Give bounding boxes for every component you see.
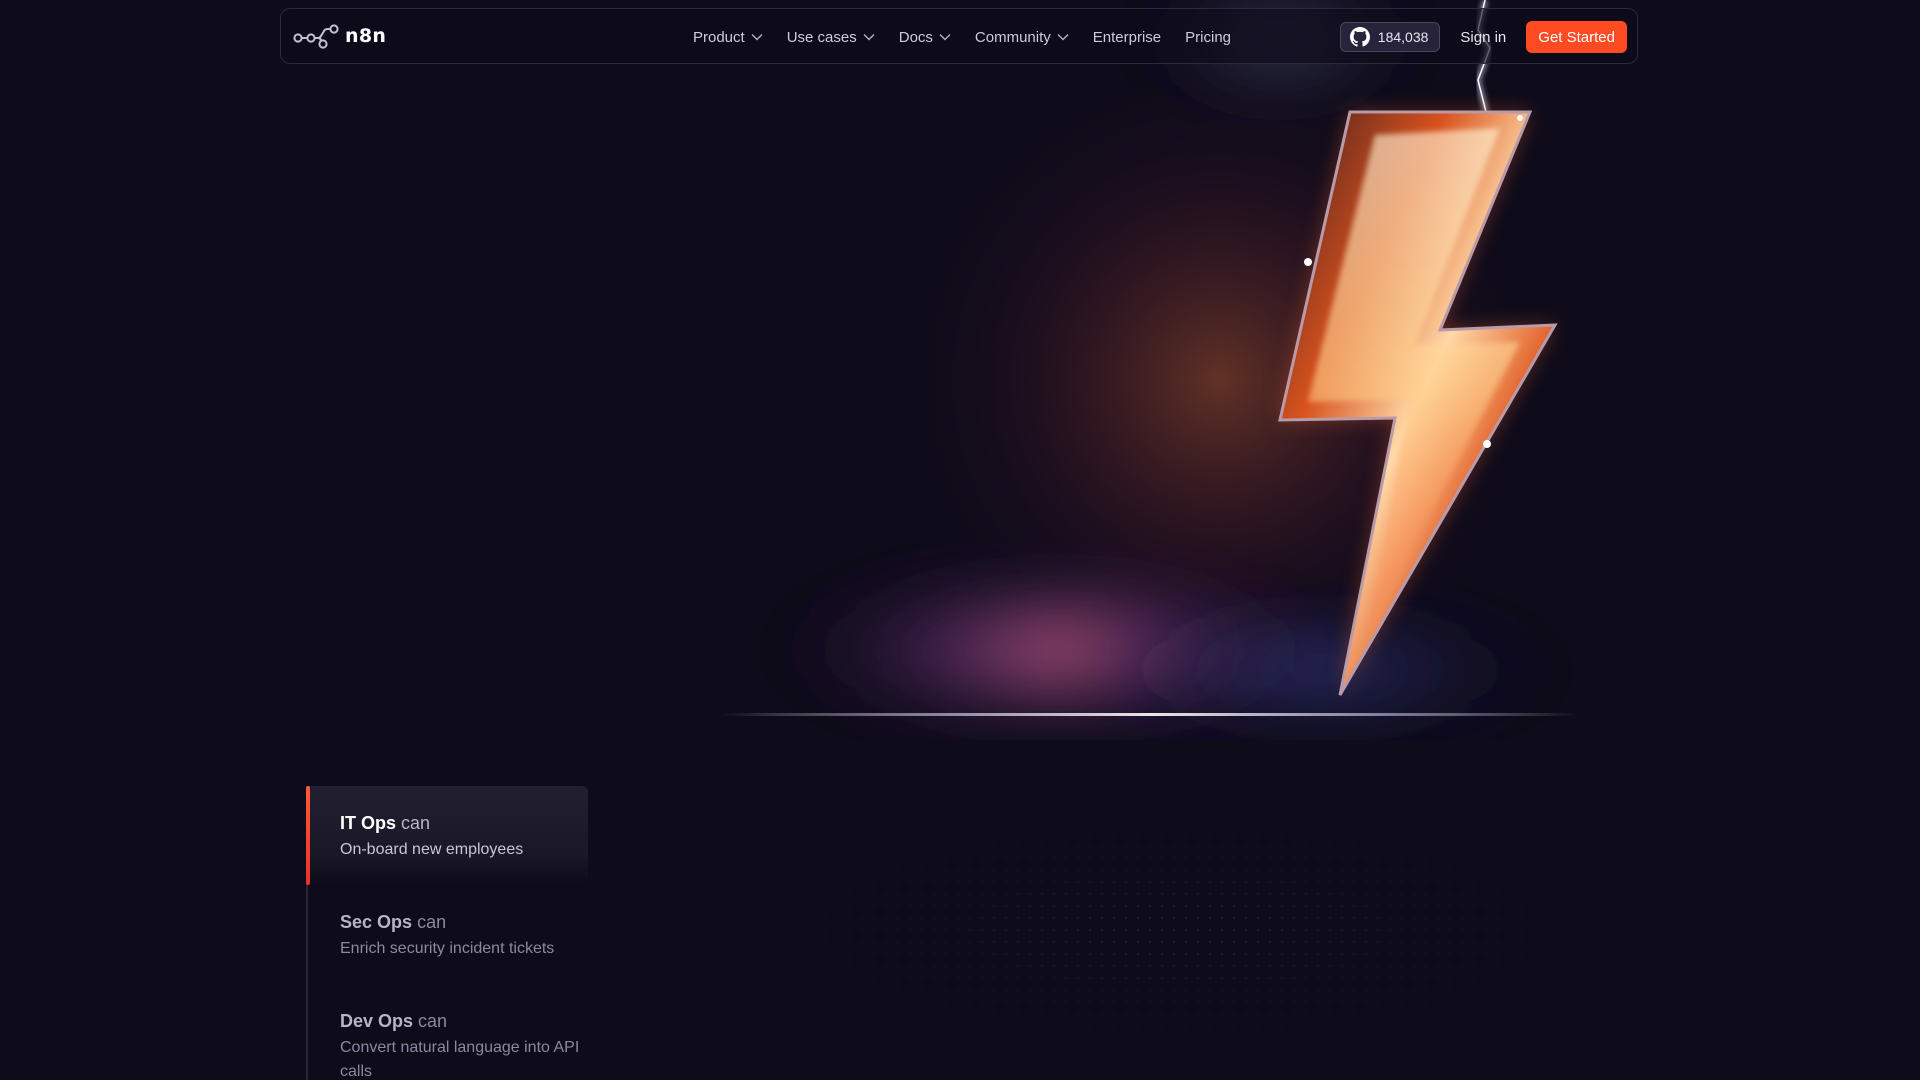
dot-grid-background [640, 780, 1620, 1080]
use-case-team: Dev Ops [340, 1011, 414, 1031]
nav-actions: 184,038 Sign in Get Started [1339, 9, 1627, 65]
nav-item-pricing[interactable]: Pricing [1185, 29, 1231, 46]
use-case-sec-ops[interactable]: Sec Ops can Enrich security incident tic… [306, 885, 588, 984]
use-case-team: Sec Ops [340, 912, 413, 932]
use-case-can: can [417, 912, 447, 932]
nav-item-label: Docs [898, 28, 933, 46]
nav-item-product[interactable]: Product [693, 29, 763, 46]
nav-item-docs[interactable]: Docs [899, 29, 951, 46]
nav-item-label: Pricing [1185, 28, 1232, 46]
top-navbar: n8n Product Use cases Docs Community Ent… [280, 8, 1638, 64]
github-icon [1349, 27, 1370, 47]
chevron-down-icon [863, 33, 875, 41]
use-case-title: Dev Ops can [340, 1010, 588, 1032]
use-case-can: can [401, 813, 431, 833]
use-case-dev-ops[interactable]: Dev Ops can Convert natural language int… [306, 984, 588, 1080]
use-case-description: Convert natural language into API calls [340, 1039, 580, 1080]
logo[interactable]: n8n [293, 23, 386, 49]
use-case-can: can [418, 1011, 448, 1031]
n8n-logo-icon [293, 24, 339, 49]
nav-menu: Product Use cases Docs Community Enterpr… [693, 9, 1231, 65]
nav-item-label: Enterprise [1092, 28, 1162, 46]
logo-text: n8n [345, 25, 387, 47]
nav-item-community[interactable]: Community [975, 29, 1069, 46]
use-case-description: On-board new employees [340, 841, 524, 858]
nav-item-enterprise[interactable]: Enterprise [1093, 29, 1161, 46]
use-case-title: Sec Ops can [340, 911, 588, 933]
nav-item-label: Community [974, 28, 1051, 46]
get-started-button[interactable]: Get Started [1526, 21, 1627, 53]
github-stars-count: 184,038 [1377, 29, 1429, 45]
github-stars-button[interactable]: 184,038 [1339, 22, 1441, 52]
use-case-it-ops[interactable]: IT Ops can On-board new employees [306, 786, 588, 885]
lightning-bolt-illustration [720, 0, 1580, 740]
nav-item-label: Product [693, 28, 745, 46]
use-case-description: Enrich security incident tickets [340, 940, 555, 957]
nav-item-use-cases[interactable]: Use cases [787, 29, 875, 46]
chevron-down-icon [751, 33, 763, 41]
use-case-team: IT Ops [340, 813, 397, 833]
page: n8n Product Use cases Docs Community Ent… [0, 0, 1920, 1080]
chevron-down-icon [939, 33, 951, 41]
chevron-down-icon [1057, 33, 1069, 41]
use-case-tabs: IT Ops can On-board new employees Sec Op… [306, 786, 588, 1080]
sign-in-link[interactable]: Sign in [1460, 29, 1506, 46]
nav-item-label: Use cases [786, 28, 857, 46]
use-case-title: IT Ops can [340, 812, 588, 834]
